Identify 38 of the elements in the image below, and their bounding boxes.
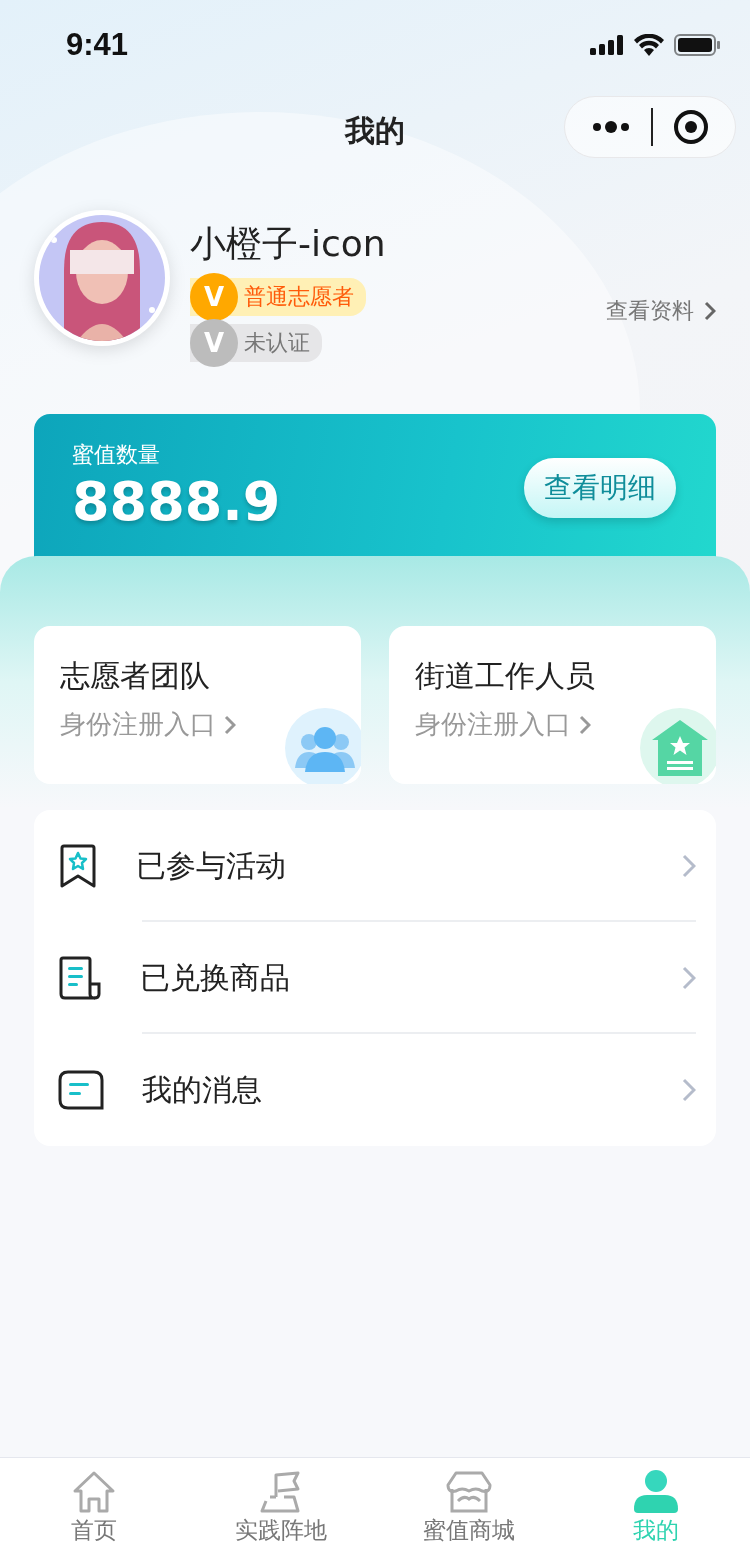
chevron-icon [682, 854, 696, 878]
chevron-icon [224, 714, 236, 735]
signal-icon [590, 35, 624, 55]
menu-item[interactable]: 已兑换商品 [58, 922, 696, 1034]
people-icon [285, 708, 361, 784]
ribbon-star-icon [58, 844, 98, 888]
menu-item[interactable]: 我的消息 [58, 1034, 696, 1146]
receipt-icon [58, 956, 102, 1000]
v-seal-icon: V [190, 319, 238, 367]
chevron-icon [579, 714, 591, 735]
battery-icon [674, 34, 720, 56]
building-star-icon [640, 708, 716, 784]
card-title: 志愿者团队 [60, 657, 211, 695]
menu-item[interactable]: 已参与活动 [58, 810, 696, 922]
person-icon [633, 1468, 680, 1515]
points-value: 8888.9 [72, 470, 281, 533]
v-seal-icon: V [190, 273, 238, 321]
points-label: 蜜值数量 [72, 441, 161, 469]
view-profile-link[interactable]: 查看资料 [606, 296, 716, 326]
chevron-icon [704, 301, 716, 321]
tab-item[interactable]: 首页 [13, 1458, 174, 1556]
wifi-icon [634, 34, 664, 56]
identity-card[interactable]: 志愿者团队 身份注册入口 [34, 626, 361, 784]
register-link[interactable]: 身份注册入口 [60, 707, 236, 742]
message-icon [58, 1070, 104, 1110]
status-time: 9:41 [66, 27, 129, 63]
user-name: 小橙子-icon [190, 222, 386, 266]
tab-item[interactable]: 实践阵地 [201, 1458, 362, 1556]
register-link[interactable]: 身份注册入口 [415, 707, 591, 742]
identity-card[interactable]: 街道工作人员 身份注册入口 [389, 626, 716, 784]
view-details-button[interactable]: 查看明细 [524, 458, 676, 518]
page-title: 我的 [345, 111, 405, 150]
more-icon[interactable] [591, 121, 631, 133]
tab-item[interactable]: 蜜值商城 [388, 1458, 549, 1556]
card-title: 街道工作人员 [415, 657, 596, 695]
chevron-icon [682, 966, 696, 990]
close-icon[interactable] [673, 109, 709, 145]
chevron-icon [682, 1078, 696, 1102]
